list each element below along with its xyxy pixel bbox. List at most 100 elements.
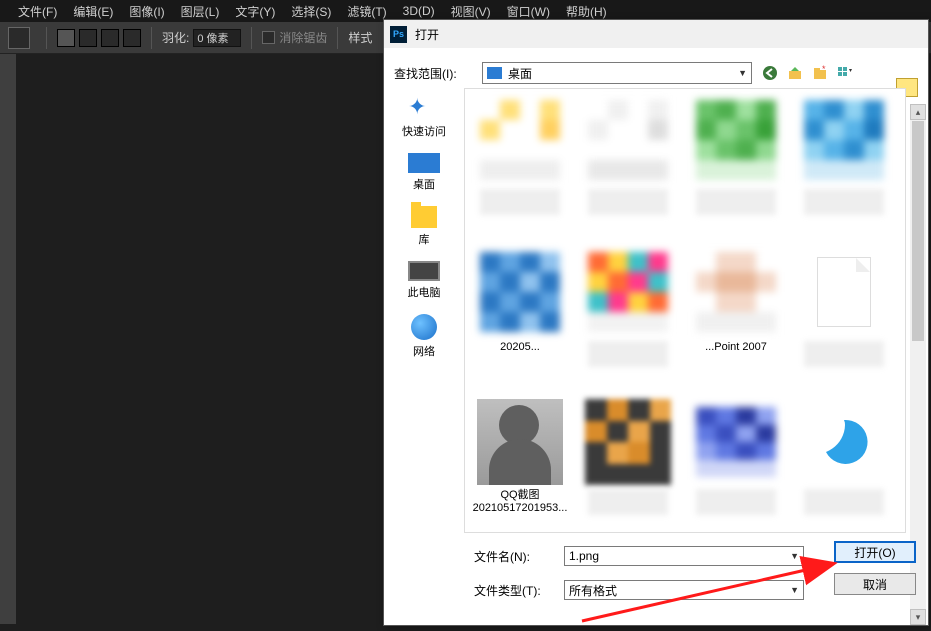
- menu-help[interactable]: 帮助(H): [558, 3, 615, 20]
- place-quickaccess[interactable]: ✦ 快速访问: [402, 94, 446, 139]
- desktop-icon: [408, 153, 440, 173]
- list-item[interactable]: [467, 93, 573, 243]
- place-label: 此电脑: [408, 284, 441, 300]
- dialog-nav-icons: *: [760, 64, 854, 83]
- menu-filter[interactable]: 滤镜(T): [339, 3, 394, 20]
- place-thispc[interactable]: 此电脑: [408, 261, 441, 300]
- tile-caption: [696, 489, 776, 515]
- place-label: 桌面: [413, 176, 435, 192]
- tile-caption: ...Point 2007: [705, 341, 767, 367]
- list-item[interactable]: 20205...: [467, 245, 573, 395]
- lookin-row: 查找范围(I): 桌面 ▼ *: [384, 58, 928, 88]
- cancel-button[interactable]: 取消: [834, 573, 916, 595]
- list-item[interactable]: [575, 245, 681, 395]
- selection-subtract-icon[interactable]: [101, 29, 119, 47]
- filetype-select[interactable]: 所有格式 ▼: [564, 580, 804, 600]
- antialias-checkbox[interactable]: [262, 31, 275, 44]
- tile-caption: [804, 489, 884, 515]
- places-bar: ✦ 快速访问 桌面 库 此电脑 网络: [384, 88, 464, 533]
- list-item[interactable]: ...Point 2007: [683, 245, 789, 395]
- dialog-body: ✦ 快速访问 桌面 库 此电脑 网络: [384, 88, 928, 533]
- tile-caption: [804, 341, 884, 367]
- feather-label: 羽化:: [162, 29, 189, 46]
- file-list: 20205... ...Point 2007: [464, 88, 906, 533]
- tile-caption: QQ截图20210517201953...: [467, 489, 573, 515]
- menu-3d[interactable]: 3D(D): [395, 4, 443, 18]
- tile-caption: [588, 189, 668, 215]
- open-button[interactable]: 打开(O): [834, 541, 916, 563]
- divider: [151, 27, 152, 49]
- menu-image[interactable]: 图像(I): [121, 3, 172, 20]
- scroll-up-icon[interactable]: ▴: [910, 104, 926, 120]
- list-item[interactable]: [575, 397, 681, 533]
- place-label: 网络: [413, 343, 435, 359]
- back-icon[interactable]: [760, 64, 779, 83]
- view-menu-icon[interactable]: [835, 64, 854, 83]
- scroll-thumb[interactable]: [912, 121, 924, 341]
- list-item[interactable]: [683, 397, 789, 533]
- list-item[interactable]: [791, 245, 897, 395]
- divider: [46, 27, 47, 49]
- tool-preset-icon[interactable]: [8, 27, 30, 49]
- list-item[interactable]: [791, 397, 897, 533]
- new-folder-icon[interactable]: *: [810, 64, 829, 83]
- libraries-icon: [411, 206, 437, 228]
- filetype-value: 所有格式: [569, 582, 617, 599]
- menu-select[interactable]: 选择(S): [283, 3, 339, 20]
- list-item[interactable]: QQ截图20210517201953...: [467, 397, 573, 533]
- divider: [337, 27, 338, 49]
- svg-text:*: *: [822, 65, 826, 74]
- up-icon[interactable]: [785, 64, 804, 83]
- list-item[interactable]: [575, 93, 681, 243]
- open-button-label: 打开(O): [854, 544, 895, 561]
- divider: [251, 27, 252, 49]
- menu-file[interactable]: 文件(F): [10, 3, 65, 20]
- list-item[interactable]: [791, 93, 897, 243]
- place-label: 快速访问: [402, 123, 446, 139]
- ps-tools-panel: [0, 54, 16, 624]
- place-libraries[interactable]: 库: [411, 206, 437, 247]
- menu-type[interactable]: 文字(Y): [227, 3, 283, 20]
- place-label: 库: [419, 231, 430, 247]
- selection-mode-icons: [57, 29, 141, 47]
- quickaccess-icon: ✦: [408, 94, 440, 120]
- open-file-dialog: Ps 打开 查找范围(I): 桌面 ▼ * ✦ 快速访问 桌面: [383, 19, 929, 626]
- filename-value: 1.png: [569, 549, 599, 563]
- menu-window[interactable]: 窗口(W): [499, 3, 558, 20]
- menu-view[interactable]: 视图(V): [443, 3, 499, 20]
- lookin-value: 桌面: [508, 65, 532, 82]
- tile-caption: 20205...: [500, 341, 540, 367]
- chevron-down-icon: ▼: [790, 585, 799, 595]
- place-network[interactable]: 网络: [411, 314, 437, 359]
- tile-caption: [696, 189, 776, 215]
- selection-intersect-icon[interactable]: [123, 29, 141, 47]
- style-label: 样式: [348, 29, 372, 46]
- selection-add-icon[interactable]: [79, 29, 97, 47]
- filename-label: 文件名(N):: [474, 548, 564, 565]
- filetype-label: 文件类型(T):: [474, 582, 564, 599]
- dialog-title-text: 打开: [415, 26, 439, 43]
- chevron-down-icon: ▼: [790, 551, 799, 561]
- desktop-icon: [487, 67, 502, 79]
- tile-caption: [588, 489, 668, 515]
- dialog-titlebar: Ps 打开: [384, 20, 928, 48]
- filename-input[interactable]: 1.png ▼: [564, 546, 804, 566]
- list-item[interactable]: [683, 93, 789, 243]
- lookin-select[interactable]: 桌面 ▼: [482, 62, 752, 84]
- dialog-bottom: 文件名(N): 1.png ▼ 文件类型(T): 所有格式 ▼ 打开(O) 取消: [384, 533, 928, 625]
- tile-caption: [804, 189, 884, 215]
- ps-icon: Ps: [390, 26, 407, 43]
- menu-edit[interactable]: 编辑(E): [65, 3, 121, 20]
- feather-input[interactable]: [193, 29, 241, 47]
- tile-caption: [588, 341, 668, 367]
- selection-new-icon[interactable]: [57, 29, 75, 47]
- cancel-button-label: 取消: [863, 576, 887, 593]
- menu-layer[interactable]: 图层(L): [173, 3, 228, 20]
- chevron-down-icon: ▼: [738, 68, 747, 78]
- file-list-scrollbar[interactable]: ▴ ▾: [910, 104, 926, 533]
- lookin-label: 查找范围(I):: [394, 65, 482, 82]
- antialias-label: 消除锯齿: [279, 29, 327, 46]
- thispc-icon: [408, 261, 440, 281]
- file-tiles: 20205... ...Point 2007: [465, 89, 905, 533]
- place-desktop[interactable]: 桌面: [408, 153, 440, 192]
